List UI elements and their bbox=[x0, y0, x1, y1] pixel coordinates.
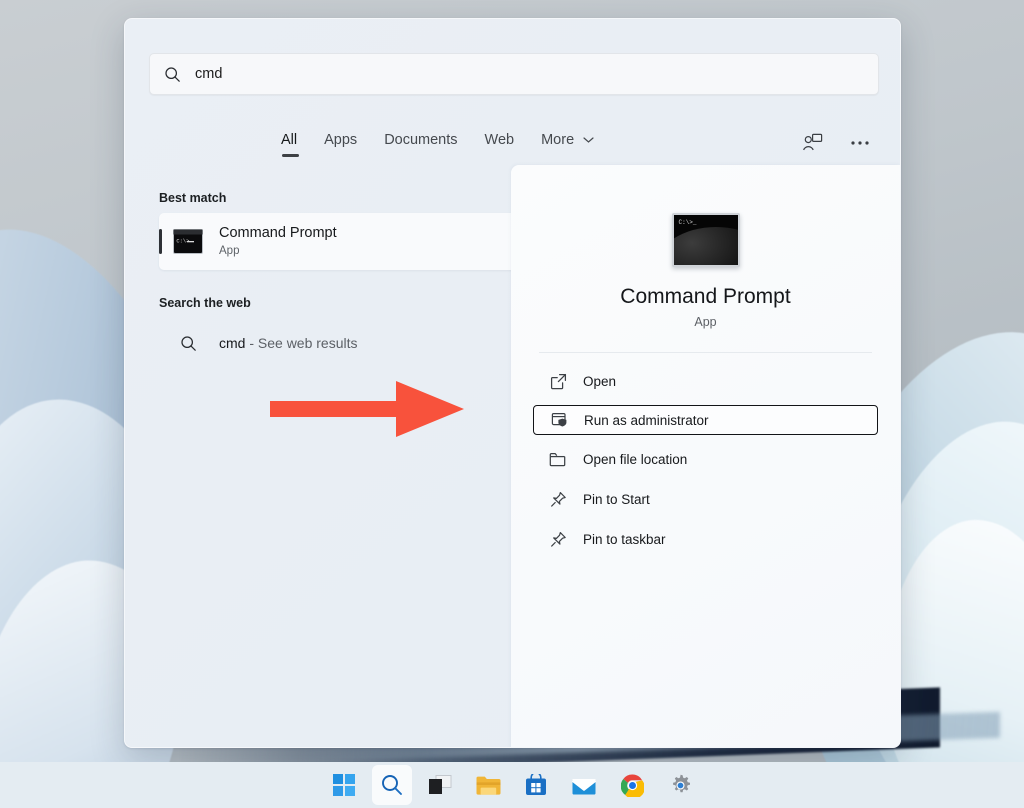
tab-more-label: More bbox=[541, 132, 575, 148]
taskbar-item-microsoft-store-button[interactable] bbox=[516, 765, 556, 805]
action-pin-to-taskbar[interactable]: Pin to taskbar bbox=[533, 523, 878, 555]
tab-web[interactable]: Web bbox=[485, 132, 515, 157]
result-item-title: Command Prompt bbox=[219, 224, 337, 241]
tab-more[interactable]: More bbox=[541, 132, 594, 157]
preview-app-title: Command Prompt bbox=[620, 285, 791, 308]
taskbar-item-chrome-button[interactable] bbox=[612, 765, 652, 805]
pin-icon bbox=[543, 491, 573, 508]
chevron-down-icon bbox=[583, 132, 594, 148]
shield-window-icon bbox=[544, 412, 574, 428]
open-external-icon bbox=[543, 373, 573, 390]
preview-icon-prompt-text: C:\>_ bbox=[678, 219, 697, 226]
action-run-as-administrator-label: Run as administrator bbox=[584, 412, 709, 428]
pin-icon bbox=[543, 531, 573, 548]
search-input-value: cmd bbox=[195, 66, 223, 82]
web-search-hint: - See web results bbox=[249, 335, 358, 351]
tab-apps-label: Apps bbox=[324, 132, 358, 148]
tab-documents[interactable]: Documents bbox=[384, 132, 457, 157]
flyout-header-actions bbox=[796, 127, 876, 159]
web-search-query: cmd bbox=[219, 335, 246, 351]
feedback-icon[interactable] bbox=[796, 127, 828, 159]
taskbar-item-start-button[interactable] bbox=[324, 765, 364, 805]
action-open-label: Open bbox=[583, 373, 617, 389]
tab-apps[interactable]: Apps bbox=[324, 132, 357, 157]
action-pin-to-start[interactable]: Pin to Start bbox=[533, 483, 878, 515]
action-pin-to-taskbar-label: Pin to taskbar bbox=[583, 531, 666, 547]
tab-all[interactable]: All bbox=[281, 132, 300, 157]
taskbar-item-mail-button[interactable] bbox=[564, 765, 604, 805]
taskbar-item-task-view-button[interactable] bbox=[420, 765, 460, 805]
search-flyout-panel: cmd All Apps Documents Web More Best mat… bbox=[124, 18, 901, 748]
desktop-screen: cmd All Apps Documents Web More Best mat… bbox=[0, 0, 1024, 808]
action-pin-to-start-label: Pin to Start bbox=[583, 491, 650, 507]
taskbar-item-file-explorer-button[interactable] bbox=[468, 765, 508, 805]
app-preview-pane: C:\>_ Command Prompt App Open Run as adm… bbox=[511, 165, 900, 747]
taskbar-item-search-button[interactable] bbox=[372, 765, 412, 805]
result-item-text: Command Prompt App bbox=[219, 224, 337, 260]
action-open-file-location-label: Open file location bbox=[583, 451, 688, 467]
taskbar-item-settings-button[interactable] bbox=[660, 765, 700, 805]
action-open[interactable]: Open bbox=[533, 365, 878, 397]
search-input[interactable]: cmd bbox=[149, 53, 879, 95]
taskbar bbox=[0, 762, 1024, 808]
command-prompt-icon: C:\> bbox=[171, 229, 205, 254]
command-prompt-large-icon: C:\>_ bbox=[671, 213, 740, 267]
web-search-text: cmd - See web results bbox=[219, 335, 358, 351]
preview-divider bbox=[539, 352, 872, 353]
search-icon bbox=[164, 66, 181, 83]
preview-actions-list: Open Run as administrator Open file loca… bbox=[511, 365, 900, 555]
more-options-icon[interactable] bbox=[844, 127, 876, 159]
tab-documents-label: Documents bbox=[384, 132, 458, 148]
result-item-subtitle: App bbox=[219, 245, 240, 258]
search-icon bbox=[171, 335, 205, 352]
action-run-as-administrator[interactable]: Run as administrator bbox=[533, 405, 878, 435]
action-open-file-location[interactable]: Open file location bbox=[533, 443, 878, 475]
filter-tabs: All Apps Documents Web More bbox=[281, 132, 594, 157]
folder-icon bbox=[543, 452, 573, 467]
preview-app-subtitle: App bbox=[694, 315, 717, 329]
preview-icon-wrap: C:\>_ bbox=[511, 213, 900, 267]
tab-all-label: All bbox=[281, 132, 298, 148]
tab-web-label: Web bbox=[484, 132, 515, 148]
